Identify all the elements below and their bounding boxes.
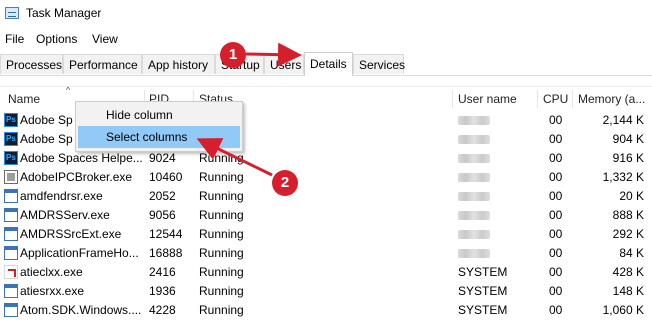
annotation-badge-1: 1	[220, 42, 246, 68]
annotation-arrow-2	[196, 138, 273, 177]
annotation-badge-2: 2	[272, 170, 298, 196]
annotation-arrow-1	[245, 42, 302, 67]
annotation-arrows	[196, 42, 302, 177]
